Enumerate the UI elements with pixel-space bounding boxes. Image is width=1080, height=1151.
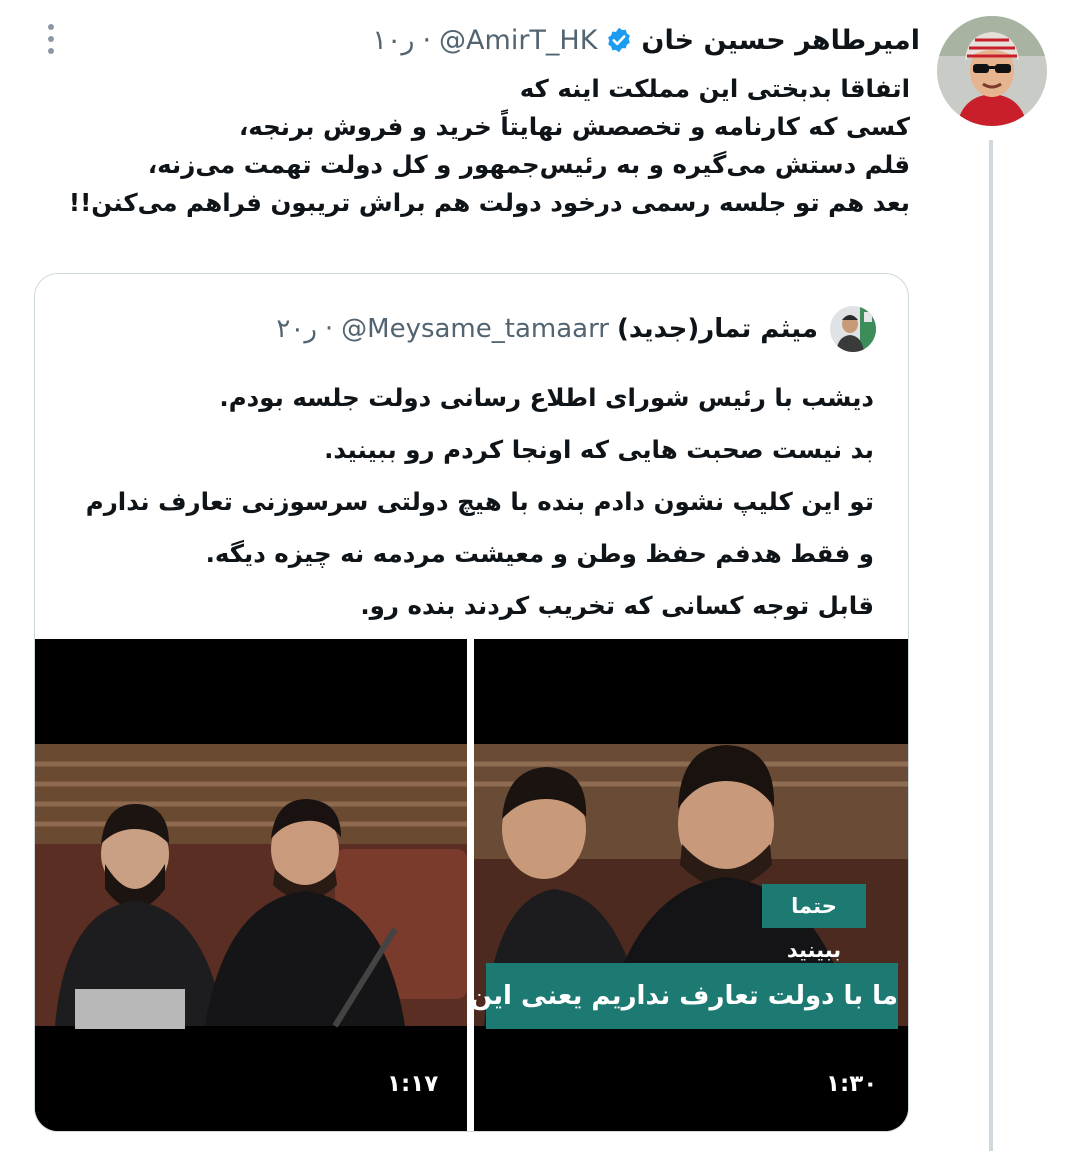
video-caption-main: ما با دولت تعارف نداریم یعنی این کلیپ bbox=[474, 963, 898, 1029]
verified-badge-icon bbox=[608, 27, 631, 53]
quoted-tweet-time[interactable]: ۲۰ر bbox=[276, 314, 317, 344]
quoted-author-avatar bbox=[830, 306, 876, 352]
quoted-author-name[interactable]: میثم تمار(جدید) bbox=[617, 314, 818, 344]
quoted-tweet-text: دیشب با رئیس شورای اطلاع رسانی دولت جلسه… bbox=[85, 383, 874, 620]
tweet-text: اتفاقا بدبختی این مملکت اینه که کسی که ک… bbox=[68, 74, 910, 217]
video-duration: ۱:۳۰ bbox=[826, 1071, 878, 1097]
quoted-header: میثم تمار(جدید) @Meysame_tamaarr · ۲۰ر bbox=[276, 306, 818, 352]
thread-line bbox=[989, 140, 993, 1151]
video-thumbnail-1[interactable]: ۱:۱۷ bbox=[35, 639, 467, 1131]
tweet-time[interactable]: ۱۰ر bbox=[372, 25, 414, 56]
quoted-tweet[interactable]: میثم تمار(جدید) @Meysame_tamaarr · ۲۰ر د… bbox=[34, 273, 909, 1132]
author-avatar[interactable] bbox=[937, 16, 1047, 126]
video-thumbnail-2[interactable]: حتما ببینید ما با دولت تعارف نداریم یعنی… bbox=[474, 639, 908, 1131]
tweet-header: امیرطاهر حسین خان @AmirT_HK · ۱۰ر bbox=[372, 18, 920, 62]
separator-dot: · bbox=[324, 314, 334, 344]
quoted-author-handle[interactable]: @Meysame_tamaarr bbox=[341, 314, 609, 344]
video-caption-top: حتما ببینید bbox=[762, 884, 866, 962]
separator-dot: · bbox=[422, 24, 432, 56]
video-duration: ۱:۱۷ bbox=[387, 1071, 439, 1097]
more-options-icon[interactable] bbox=[44, 24, 58, 58]
author-name[interactable]: امیرطاهر حسین خان bbox=[641, 25, 920, 56]
author-handle[interactable]: @AmirT_HK bbox=[439, 25, 597, 56]
